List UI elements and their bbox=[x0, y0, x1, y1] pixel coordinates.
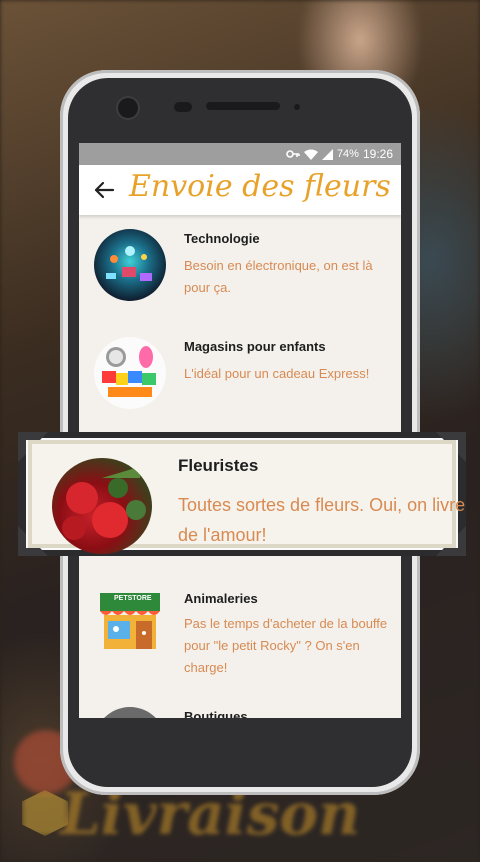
electronics-icon bbox=[106, 246, 152, 281]
flowers-thumbnail bbox=[52, 458, 152, 554]
light-sensor bbox=[294, 104, 300, 110]
item-title: Animaleries bbox=[184, 591, 258, 606]
back-arrow-icon[interactable] bbox=[93, 179, 115, 201]
item-description: Besoin en électronique, on est là pour ç… bbox=[184, 258, 373, 295]
toys-thumbnail bbox=[94, 337, 166, 409]
corner-bracket-icon bbox=[18, 526, 48, 556]
pet-store-thumbnail: PETSTORE bbox=[94, 585, 166, 657]
front-camera bbox=[118, 98, 138, 118]
list-item-animaleries[interactable]: PETSTORE Animaleries Pas le temps d'ache… bbox=[79, 585, 401, 693]
corner-bracket-icon bbox=[436, 432, 466, 462]
item-title: Fleuristes bbox=[178, 456, 259, 475]
item-description: Toutes sortes de fleurs. Oui, on livre d… bbox=[178, 495, 466, 545]
list-item-technologie[interactable]: Technologie Besoin en électronique, on e… bbox=[79, 215, 401, 323]
phone-chin bbox=[70, 718, 410, 744]
app-bar: Envoie des fleurs bbox=[79, 165, 401, 215]
item-description: Pas le temps d'acheter de la bouffe pour… bbox=[184, 616, 388, 675]
item-description: L'idéal pour un cadeau Express! bbox=[184, 366, 370, 381]
page-title: Envoie des fleurs bbox=[129, 169, 391, 204]
clock: 19:26 bbox=[362, 147, 393, 161]
wifi-icon bbox=[303, 149, 318, 160]
status-bar: 74% 19:26 bbox=[79, 143, 401, 165]
highlight-card: Fleuristes Toutes sortes de fleurs. Oui,… bbox=[32, 444, 465, 554]
highlighted-item-fleuristes[interactable]: Fleuristes Toutes sortes de fleurs. Oui,… bbox=[18, 432, 466, 556]
pet-store-sign: PETSTORE bbox=[114, 595, 152, 602]
item-title: Magasins pour enfants bbox=[184, 339, 326, 354]
battery-level: 74% bbox=[336, 148, 359, 160]
app-screen: 74% 19:26 Envoie des fleurs Technologie … bbox=[79, 143, 401, 718]
corner-bracket-icon bbox=[436, 526, 466, 556]
boutique-thumbnail bbox=[94, 707, 166, 718]
item-title: Technologie bbox=[184, 231, 260, 246]
key-icon bbox=[286, 150, 300, 158]
highlight-frame: Fleuristes Toutes sortes de fleurs. Oui,… bbox=[26, 438, 465, 554]
technology-thumbnail bbox=[94, 229, 166, 301]
corner-bracket-icon bbox=[18, 432, 48, 462]
roses-icon bbox=[62, 466, 146, 540]
signal-icon bbox=[321, 148, 333, 160]
proximity-sensor bbox=[174, 102, 192, 112]
toys-icon bbox=[102, 346, 156, 397]
list-item-boutiques[interactable]: Boutiques bbox=[79, 693, 401, 718]
earpiece-speaker bbox=[206, 102, 280, 110]
item-title: Boutiques bbox=[184, 709, 248, 718]
list-item-magasins-pour-enfants[interactable]: Magasins pour enfants L'idéal pour un ca… bbox=[79, 323, 401, 431]
